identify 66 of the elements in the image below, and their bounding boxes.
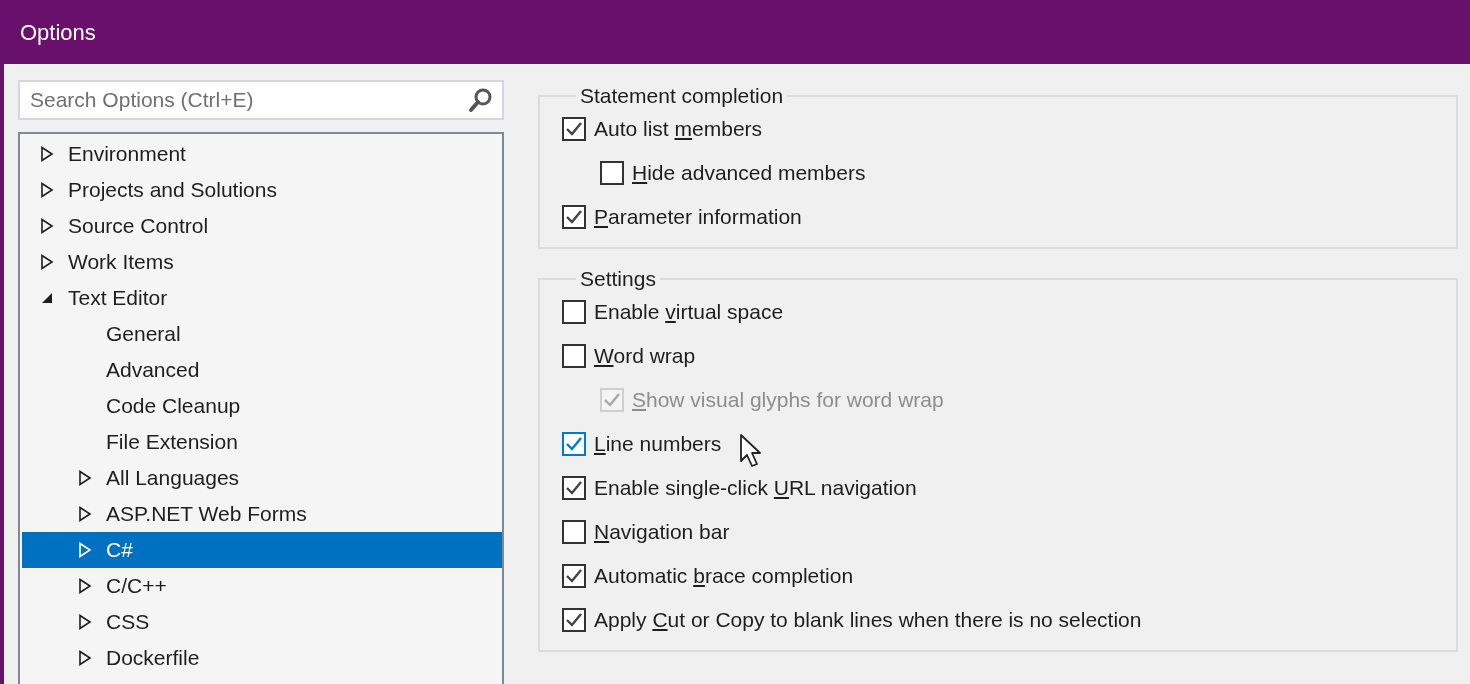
checkbox[interactable] (562, 344, 586, 369)
tree-item-label: Code Cleanup (106, 393, 241, 420)
tree-item[interactable]: All Languages (22, 460, 502, 496)
tree-item[interactable]: CSS (22, 604, 502, 640)
group-title: Statement completion (579, 84, 785, 108)
checkbox-label: Parameter information (594, 204, 802, 231)
tree-item-label: Environment (68, 141, 186, 168)
checkbox[interactable] (562, 205, 586, 230)
tree-item[interactable]: Advanced (22, 352, 502, 388)
checkbox-label: Auto list members (594, 116, 763, 143)
tree-item-label: CSS (106, 609, 150, 636)
checkbox-label: Navigation bar (594, 519, 730, 546)
checkbox-label: Apply Cut or Copy to blank lines when there is no selection (594, 607, 1142, 634)
tree-item[interactable]: ASP.NET Web Forms (22, 496, 502, 532)
tree-item[interactable]: C# (22, 532, 502, 568)
tree-item[interactable]: Source Control (22, 208, 502, 244)
tree-item-label: Text Editor (68, 285, 168, 312)
window-title: Options (20, 18, 96, 47)
tree-item-label: Projects and Solutions (68, 177, 277, 204)
tree-item[interactable]: Projects and Solutions (22, 172, 502, 208)
collapsed-triangle-icon[interactable] (40, 146, 54, 162)
checkbox[interactable] (562, 432, 586, 457)
tree-item-label: All Languages (106, 465, 240, 492)
checkbox[interactable] (562, 520, 586, 545)
search-field[interactable]: Search Options (Ctrl+E) (18, 80, 504, 120)
checkbox[interactable] (562, 476, 586, 501)
checkbox-label: Enable single-click URL navigation (594, 475, 917, 502)
tree-item-label: Advanced (106, 357, 200, 384)
tree-item-label: C# (106, 537, 133, 564)
tree-item[interactable]: General (22, 316, 502, 352)
tree-item[interactable]: Text Editor (22, 280, 502, 316)
search-icon (468, 87, 494, 113)
checkbox-label: Word wrap (594, 343, 696, 370)
collapsed-triangle-icon[interactable] (78, 470, 92, 486)
tree-item[interactable]: File Extension (22, 424, 502, 460)
checkbox-label: Enable virtual space (594, 299, 784, 326)
tree-item-label: File Extension (106, 429, 238, 456)
collapsed-triangle-icon[interactable] (40, 254, 54, 270)
group-title: Settings (579, 267, 657, 291)
checkbox[interactable] (562, 608, 586, 633)
collapsed-triangle-icon[interactable] (78, 506, 92, 522)
tree-item-label: Dockerfile (106, 645, 200, 672)
tree-item-label: Work Items (68, 249, 174, 276)
checkbox[interactable] (562, 300, 586, 325)
tree-item[interactable]: Environment (22, 136, 502, 172)
checkbox-label: Line numbers (594, 431, 722, 458)
tree-item[interactable]: Work Items (22, 244, 502, 280)
collapsed-triangle-icon[interactable] (40, 218, 54, 234)
tree-item[interactable]: C/C++ (22, 568, 502, 604)
collapsed-triangle-icon[interactable] (78, 650, 92, 666)
checkbox-label: Automatic brace completion (594, 563, 854, 590)
checkbox[interactable] (562, 117, 586, 142)
checkbox[interactable] (562, 564, 586, 589)
checkbox[interactable] (600, 161, 624, 186)
collapsed-triangle-icon[interactable] (78, 578, 92, 594)
collapsed-triangle-icon[interactable] (78, 614, 92, 630)
tree-item-label: Source Control (68, 213, 209, 240)
search-input[interactable]: Search Options (Ctrl+E) (28, 83, 468, 117)
tree-item[interactable]: Dockerfile (22, 640, 502, 676)
tree-item[interactable]: Code Cleanup (22, 388, 502, 424)
checkbox-label: Hide advanced members (632, 160, 866, 187)
collapsed-triangle-icon[interactable] (40, 182, 54, 198)
checkbox-label: Show visual glyphs for word wrap (632, 387, 944, 414)
tree-item-label: C/C++ (106, 573, 167, 600)
tree-item-label: General (106, 321, 181, 348)
tree-item-label: ASP.NET Web Forms (106, 501, 307, 528)
